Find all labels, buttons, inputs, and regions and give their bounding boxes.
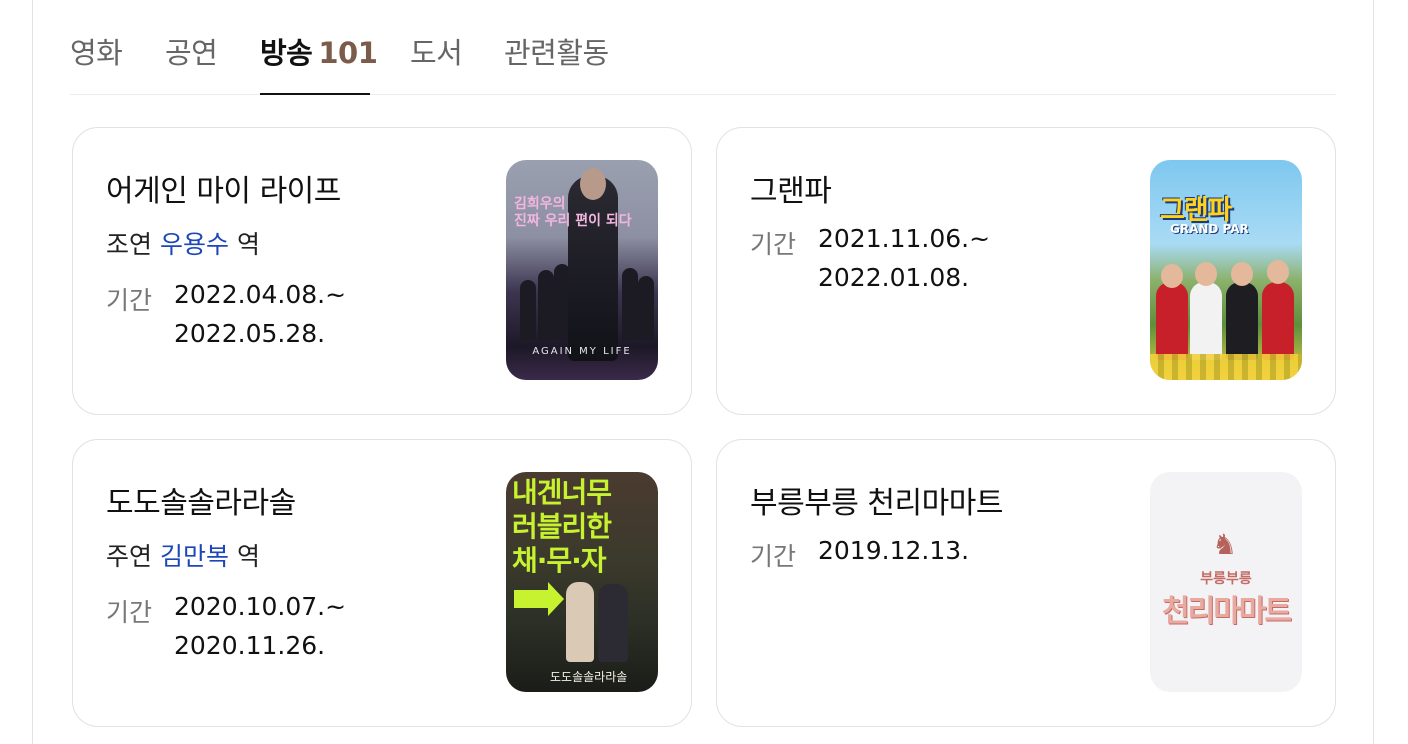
tab-broadcast-label: 방송 [260, 36, 313, 70]
period-start: 2020.10.07.~ [174, 592, 347, 621]
character-link[interactable]: 김만복 [160, 542, 229, 571]
period-label: 기간 [106, 286, 153, 315]
poster-headline-1: 내겐너무 [512, 476, 612, 509]
poster-image[interactable]: 그랜파 GRAND PAR [1150, 160, 1302, 380]
drama-title[interactable]: 어게인 마이 라이프 [106, 166, 341, 210]
poster-figure [566, 582, 594, 662]
period-start: 2021.11.06.~ [818, 224, 991, 253]
poster-figure-head [1195, 262, 1217, 286]
drama-title[interactable]: 도도솔솔라라솔 [106, 478, 296, 522]
poster-figure [520, 280, 536, 340]
horse-icon: ♞ [1212, 528, 1238, 561]
poster-logo-sub: 부릉부릉 [1200, 571, 1252, 587]
poster-figure-head [1267, 260, 1289, 284]
poster-headline-2: 러블리한 [512, 510, 612, 543]
period-label: 기간 [750, 230, 797, 259]
period-end: 2022.01.08. [818, 263, 970, 292]
role-line: 주연 김만복 역 [106, 537, 260, 573]
poster-image[interactable]: 내겐너무 러블리한 채·무·자 도도솔솔라라솔 [506, 472, 658, 692]
role-type: 주연 [106, 542, 153, 571]
character-link[interactable]: 우용수 [160, 230, 229, 259]
period-start: 2019.12.13. [818, 536, 970, 565]
poster-figure-head [1161, 264, 1183, 288]
poster-figure [638, 276, 654, 340]
category-tabs: 영화 공연 방송 101 도서 관련활동 [70, 0, 1336, 95]
tab-books[interactable]: 도서 [410, 30, 463, 72]
tab-related-activities[interactable]: 관련활동 [504, 30, 609, 72]
airing-period: 기간 2021.11.06.~ 2022.01.08. [750, 224, 990, 297]
poster-flowers [1150, 354, 1302, 380]
role-type: 조연 [106, 230, 153, 259]
active-tab-indicator [260, 93, 370, 95]
drama-title[interactable]: 부릉부릉 천리마마트 [750, 478, 1003, 522]
period-value: 2020.10.07.~ 2020.11.26. [174, 587, 346, 665]
poster-logo-main: 천리마마트 [1162, 594, 1292, 629]
period-value: 2019.12.13. [818, 531, 969, 570]
poster-figure [538, 270, 554, 340]
tab-broadcast[interactable]: 방송 101 [260, 30, 378, 72]
period-value: 2021.11.06.~ 2022.01.08. [818, 219, 990, 297]
poster-small-title: 도도솔솔라라솔 [550, 670, 628, 684]
poster-title-en: AGAIN MY LIFE [532, 346, 632, 357]
poster-logo-en: GRAND PAR [1170, 222, 1249, 236]
drama-title[interactable]: 그랜파 [750, 166, 832, 210]
period-label: 기간 [106, 598, 153, 627]
airing-period: 기간 2020.10.07.~ 2020.11.26. [106, 592, 346, 665]
role-suffix: 역 [236, 230, 260, 259]
period-start: 2022.04.08.~ [174, 280, 347, 309]
drama-card-dodosolsollalasol[interactable]: 도도솔솔라라솔 주연 김만복 역 기간 2020.10.07.~ 2020.11.2… [72, 439, 692, 727]
role-suffix: 역 [236, 542, 260, 571]
drama-card-again-my-life[interactable]: 어게인 마이 라이프 조연 우용수 역 기간 2022.04.08.~ 2022.0… [72, 127, 692, 415]
period-end: 2022.05.28. [174, 319, 326, 348]
airing-period: 기간 2022.04.08.~ 2022.05.28. [106, 280, 346, 353]
poster-figure-head [1231, 262, 1253, 286]
tab-broadcast-count: 101 [318, 36, 378, 70]
period-end: 2020.11.26. [174, 631, 326, 660]
drama-card-grand-par[interactable]: 그랜파 기간 2021.11.06.~ 2022.01.08. 그랜파 GRAND … [716, 127, 1336, 415]
poster-image[interactable]: 김희우의 진짜 우리 편이 되다 AGAIN MY LIFE [506, 160, 658, 380]
poster-figure [1156, 282, 1188, 360]
poster-figure [1190, 282, 1222, 360]
poster-figure [1226, 282, 1258, 360]
poster-image[interactable]: ♞ 부릉부릉 천리마마트 [1150, 472, 1302, 692]
drama-card-burung-mart[interactable]: 부릉부릉 천리마마트 기간 2019.12.13. ♞ 부릉부릉 천리마마트 [716, 439, 1336, 727]
poster-figure [1262, 282, 1294, 360]
poster-headline-3: 채·무·자 [512, 544, 607, 577]
period-label: 기간 [750, 542, 797, 571]
period-value: 2022.04.08.~ 2022.05.28. [174, 275, 346, 353]
poster-tagline: 김희우의 진짜 우리 편이 되다 [514, 196, 632, 229]
arrow-icon [514, 582, 564, 616]
poster-figure [598, 584, 628, 662]
tab-performance[interactable]: 공연 [165, 30, 218, 72]
airing-period: 기간 2019.12.13. [750, 536, 969, 573]
poster-figure [622, 268, 638, 340]
tab-movie[interactable]: 영화 [70, 30, 123, 72]
role-line: 조연 우용수 역 [106, 225, 260, 261]
